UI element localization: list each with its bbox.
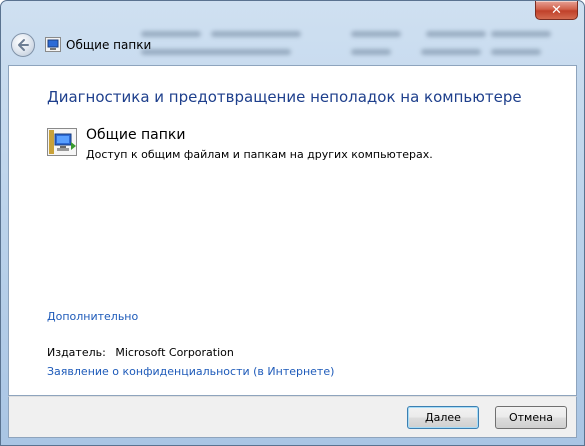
publisher-label: Издатель: xyxy=(47,346,106,359)
advanced-link[interactable]: Дополнительно xyxy=(47,310,138,323)
wizard-window: ✕ Общие папки Диагностика и предотвращен… xyxy=(0,0,585,446)
item-title[interactable]: Общие папки xyxy=(86,127,185,143)
button-bar: Далее Отмена xyxy=(8,396,577,438)
publisher-value: Microsoft Corporation xyxy=(115,346,234,359)
close-icon: ✕ xyxy=(551,2,562,18)
content-panel: Диагностика и предотвращение неполадок н… xyxy=(8,65,577,396)
item-description: Доступ к общим файлам и папкам на других… xyxy=(86,148,433,161)
back-button[interactable] xyxy=(11,33,35,57)
shared-folders-icon xyxy=(45,37,61,52)
back-arrow-icon xyxy=(18,39,29,51)
window-title: Общие папки xyxy=(66,38,152,52)
close-button[interactable]: ✕ xyxy=(535,1,578,20)
next-button-accelerator: Д xyxy=(425,411,434,424)
privacy-statement-link[interactable]: Заявление о конфиденциальности (в Интерн… xyxy=(47,365,334,378)
cancel-button[interactable]: Отмена xyxy=(495,406,567,429)
publisher-info: Издатель: Microsoft Corporation xyxy=(47,346,234,359)
shared-folders-icon xyxy=(47,128,77,156)
glass-background xyxy=(141,27,581,63)
next-button[interactable]: Далее xyxy=(407,406,479,429)
next-button-label: алее xyxy=(433,411,461,424)
page-heading: Диагностика и предотвращение неполадок н… xyxy=(47,88,522,106)
